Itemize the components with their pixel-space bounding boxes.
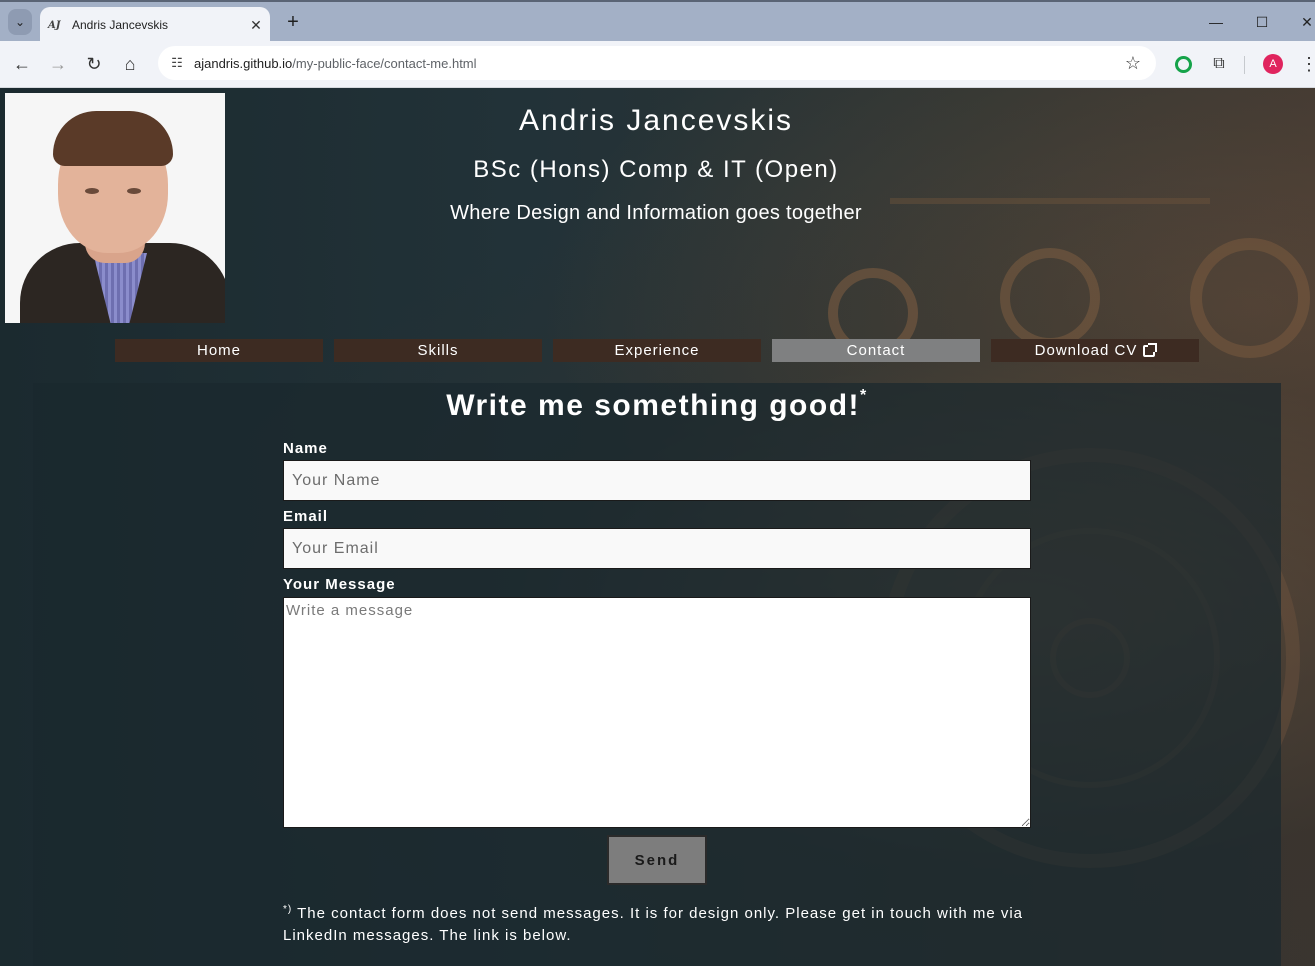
browser-tab-strip: ⌄ AJ Andris Jancevskis ✕ + — ☐ ✕ bbox=[0, 0, 1315, 43]
site-info-icon[interactable]: ☷ bbox=[166, 55, 188, 71]
back-button[interactable]: ← bbox=[9, 51, 35, 77]
nav-item-label: Skills bbox=[417, 342, 459, 359]
tab-title: Andris Jancevskis bbox=[72, 18, 169, 32]
new-tab-button[interactable]: + bbox=[282, 9, 304, 35]
email-input[interactable] bbox=[283, 528, 1031, 569]
avatar: A bbox=[1263, 54, 1283, 74]
minimize-icon: — bbox=[1209, 14, 1223, 30]
nav-item-skills[interactable]: Skills bbox=[334, 339, 542, 362]
site-owner-name: Andris Jancevskis bbox=[518, 104, 794, 137]
background-decoration bbox=[1000, 248, 1100, 348]
home-icon: ⌂ bbox=[124, 53, 136, 74]
minimize-button[interactable]: — bbox=[1204, 10, 1228, 34]
nav-item-contact[interactable]: Contact bbox=[772, 339, 980, 362]
contact-form-panel: Write me something good!* Name Email You… bbox=[33, 383, 1281, 966]
browser-menu-button[interactable]: ⋮ bbox=[1296, 51, 1315, 77]
main-nav: Home Skills Experience Contact Download … bbox=[115, 339, 1210, 362]
nav-item-label: Home bbox=[196, 342, 241, 359]
form-title-text: Write me something good! bbox=[446, 389, 861, 422]
close-icon: ✕ bbox=[1301, 13, 1313, 30]
tagline: Where Design and Information goes togeth… bbox=[450, 202, 862, 224]
home-button[interactable]: ⌂ bbox=[117, 51, 143, 77]
kebab-menu-icon: ⋮ bbox=[1300, 53, 1315, 74]
external-link-icon bbox=[1143, 342, 1158, 357]
email-label: Email bbox=[283, 508, 329, 525]
chevron-down-icon: ⌄ bbox=[14, 15, 26, 29]
photo-eye bbox=[85, 188, 99, 194]
profile-photo bbox=[5, 93, 225, 323]
form-title: Write me something good!* bbox=[33, 383, 1281, 423]
maximize-button[interactable]: ☐ bbox=[1250, 10, 1274, 34]
puzzle-icon: ⧉ bbox=[1213, 55, 1225, 72]
nav-item-label: Download CV bbox=[1034, 342, 1138, 359]
nav-item-home[interactable]: Home bbox=[115, 339, 323, 362]
arrow-left-icon: ← bbox=[13, 53, 31, 74]
disclaimer-text: The contact form does not send messages.… bbox=[283, 905, 1024, 944]
url-host: ajandris.github.io bbox=[194, 55, 293, 71]
grammarly-extension-button[interactable] bbox=[1170, 51, 1196, 77]
maximize-icon: ☐ bbox=[1255, 13, 1269, 30]
plus-icon: + bbox=[287, 10, 299, 33]
address-bar[interactable]: ☷ ajandris.github.io/my-public-face/cont… bbox=[158, 46, 1156, 80]
send-button[interactable]: Send bbox=[607, 835, 707, 885]
photo-hair bbox=[53, 111, 173, 166]
name-input[interactable] bbox=[283, 460, 1031, 501]
close-window-button[interactable]: ✕ bbox=[1295, 10, 1315, 34]
tab-search-button[interactable]: ⌄ bbox=[8, 9, 32, 35]
footnote-marker: * bbox=[860, 387, 868, 404]
favicon-icon: AJ bbox=[48, 19, 61, 31]
url-path: /my-public-face/contact-me.html bbox=[292, 55, 477, 71]
form-disclaimer: *) The contact form does not send messag… bbox=[283, 899, 1043, 947]
nav-item-label: Experience bbox=[614, 342, 700, 359]
message-label: Your Message bbox=[283, 576, 396, 593]
arrow-right-icon: → bbox=[49, 53, 67, 74]
reload-icon: ↻ bbox=[86, 53, 102, 74]
photo-eye bbox=[127, 188, 141, 194]
footnote-marker: *) bbox=[283, 904, 293, 915]
nav-item-experience[interactable]: Experience bbox=[553, 339, 761, 362]
profile-button[interactable]: A bbox=[1260, 51, 1286, 77]
reload-button[interactable]: ↻ bbox=[81, 51, 107, 77]
grammarly-icon bbox=[1174, 55, 1192, 73]
nav-item-download-cv[interactable]: Download CV bbox=[991, 339, 1199, 362]
message-textarea[interactable] bbox=[283, 597, 1031, 828]
forward-button[interactable]: → bbox=[45, 51, 71, 77]
nav-item-label: Contact bbox=[846, 342, 906, 359]
url-text[interactable]: ajandris.github.io/my-public-face/contac… bbox=[194, 56, 1120, 71]
bookmark-star-icon[interactable]: ☆ bbox=[1120, 53, 1146, 74]
close-tab-icon[interactable]: ✕ bbox=[246, 17, 266, 34]
browser-toolbar: ← → ↻ ⌂ ☷ ajandris.github.io/my-public-f… bbox=[0, 41, 1315, 88]
name-label: Name bbox=[283, 440, 328, 457]
degree-title: BSc (Hons) Comp & IT (Open) bbox=[473, 156, 839, 183]
page-content: Andris Jancevskis BSc (Hons) Comp & IT (… bbox=[0, 88, 1315, 966]
toolbar-divider bbox=[1244, 56, 1245, 74]
browser-tab[interactable]: AJ Andris Jancevskis ✕ bbox=[40, 7, 270, 43]
extensions-button[interactable]: ⧉ bbox=[1206, 51, 1232, 77]
